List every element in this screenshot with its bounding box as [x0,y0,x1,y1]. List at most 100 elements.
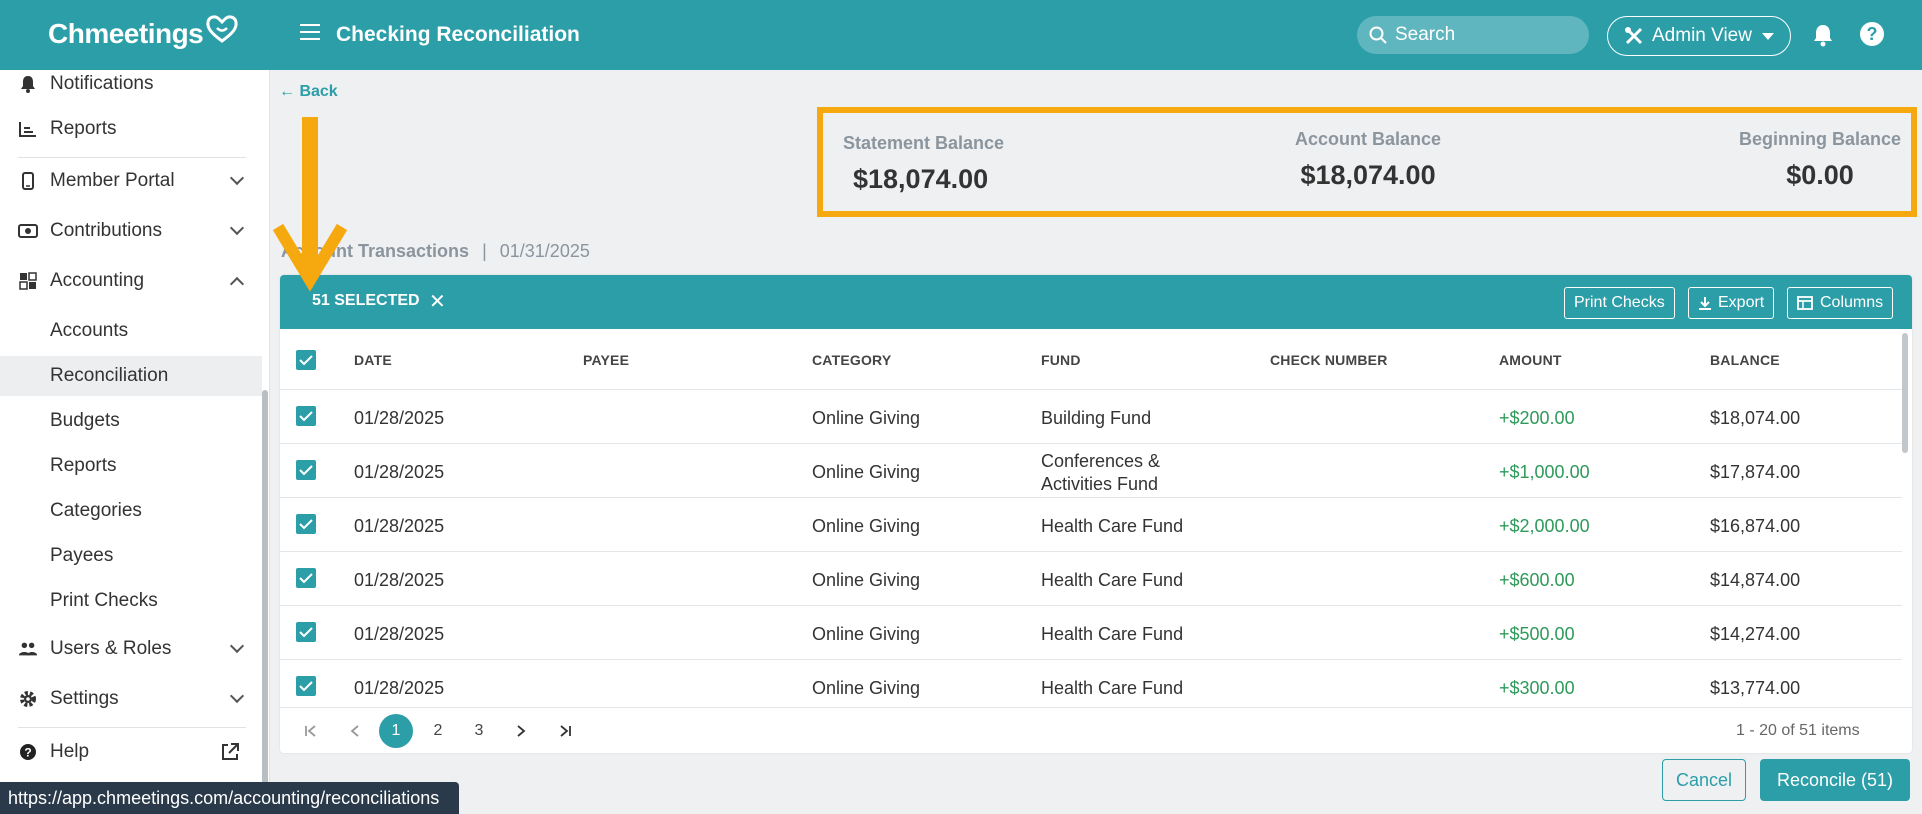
column-header-balance[interactable]: BALANCE [1710,352,1780,368]
cell-balance: $17,874.00 [1710,462,1801,482]
bell-icon [18,74,38,94]
column-header-category[interactable]: CATEGORY [812,352,891,368]
users-icon [18,639,38,659]
sidebar-item-label: Users & Roles [50,638,172,659]
beginning-balance: Beginning Balance $0.00 [1739,129,1901,191]
table-row[interactable]: 01/28/2025 Online Giving Building Fund +$20… [280,389,1902,443]
cell-fund: Health Care Fund [1041,516,1184,536]
row-checkbox[interactable] [296,676,316,696]
svg-text:?: ? [24,746,31,760]
page-2[interactable]: 2 [421,714,455,748]
cell-date: 01/28/2025 [354,408,445,428]
column-header-check-number[interactable]: CHECK NUMBER [1270,352,1388,368]
bar-chart-icon [18,119,38,139]
sidebar-item-contributions[interactable]: Contributions [0,209,262,253]
sidebar-sub-print-checks[interactable]: Print Checks [0,581,262,621]
mobile-icon [18,171,38,191]
cell-category: Online Giving [812,516,921,536]
sidebar-item-settings[interactable]: Settings [0,677,262,721]
cell-amount: +$200.00 [1499,408,1575,428]
sidebar-item-help[interactable]: ? Help [0,730,262,774]
admin-view-label: Admin View [1652,25,1752,46]
search-box[interactable] [1357,16,1589,54]
pager-info: 1 - 20 of 51 items [1736,722,1860,739]
separator: | [482,241,487,261]
beginning-balance-value: $0.00 [1786,160,1854,190]
sidebar-divider [18,157,246,158]
table-row[interactable]: 01/28/2025 Online Giving Health Care Fund +… [280,659,1902,713]
column-header-date[interactable]: DATE [354,352,392,368]
money-icon [18,221,38,241]
grid-scrollbar[interactable] [1902,333,1908,453]
columns-label: Columns [1820,294,1884,311]
page-1[interactable]: 1 [379,714,413,748]
menu-toggle-icon[interactable] [300,24,320,42]
fund-line-1: Conferences & [1041,451,1161,471]
pager: 1 2 3 1 - 20 of 51 items [280,707,1912,753]
row-checkbox[interactable] [296,460,316,480]
sidebar-item-label: Accounting [50,270,145,291]
sidebar-sub-categories[interactable]: Categories [0,491,262,531]
row-checkbox[interactable] [296,568,316,588]
sidebar-sub-reports[interactable]: Reports [0,446,262,486]
sidebar-sub-budgets[interactable]: Budgets [0,401,262,441]
calculator-icon [18,271,38,291]
select-all-checkbox[interactable] [296,350,316,370]
gear-icon [18,689,38,709]
sidebar-item-member-portal[interactable]: Member Portal [0,159,262,203]
row-checkbox[interactable] [296,514,316,534]
sidebar-sub-payees[interactable]: Payees [0,536,262,576]
sidebar-item-reports[interactable]: Reports [0,107,262,151]
previous-page-icon[interactable] [338,714,372,748]
bell-icon[interactable] [1812,23,1834,47]
sidebar-scrollbar[interactable] [262,390,268,814]
cell-amount: +$2,000.00 [1499,516,1590,536]
logo[interactable]: Chmeetings [48,15,239,50]
balance-summary: Statement Balance $18,074.00 Account Bal… [817,107,1917,217]
cell-amount: +$300.00 [1499,678,1575,698]
export-button[interactable]: Export [1688,287,1775,319]
account-balance-label: Account Balance [1295,129,1442,149]
sidebar-item-accounting[interactable]: Accounting [0,259,262,303]
admin-view-dropdown[interactable]: Admin View [1607,16,1791,56]
sidebar-item-notifications[interactable]: Notifications [0,70,262,106]
row-checkbox[interactable] [296,406,316,426]
statement-balance-value: $18,074.00 [853,164,989,194]
first-page-icon[interactable] [294,714,328,748]
column-header-fund[interactable]: FUND [1041,352,1081,368]
chevron-down-icon [229,220,245,236]
cell-date: 01/28/2025 [354,624,445,644]
transactions-grid: 51 SELECTED ✕ Print Checks Export Column… [280,275,1912,753]
row-checkbox[interactable] [296,622,316,642]
arrow-down-icon [272,117,348,292]
help-icon[interactable]: ? [1860,22,1884,46]
external-link-icon [222,743,239,760]
column-header-payee[interactable]: PAYEE [583,352,629,368]
cancel-button[interactable]: Cancel [1662,759,1746,801]
table-row[interactable]: 01/28/2025 Online Giving Conferences & Acti… [280,443,1902,497]
page-3[interactable]: 3 [462,714,496,748]
column-header-amount[interactable]: AMOUNT [1499,352,1562,368]
columns-button[interactable]: Columns [1787,287,1894,319]
sidebar-item-label: Contributions [50,220,162,241]
table-row[interactable]: 01/28/2025 Online Giving Health Care Fund +… [280,605,1902,659]
cell-balance: $16,874.00 [1710,516,1801,536]
sidebar-sub-accounts[interactable]: Accounts [0,311,262,351]
cell-fund: Conferences & Activities Fund [1041,450,1160,496]
next-page-icon[interactable] [504,714,538,748]
sidebar-sub-label: Print Checks [50,590,158,611]
sidebar-sub-reconciliation[interactable]: Reconciliation [0,356,262,396]
transactions-date: 01/31/2025 [499,241,590,261]
cell-date: 01/28/2025 [354,516,445,536]
logo-text: Chmeetings [48,18,204,49]
print-checks-button[interactable]: Print Checks [1564,287,1675,319]
search-input[interactable] [1395,24,1575,46]
table-row[interactable]: 01/28/2025 Online Giving Health Care Fund +… [280,551,1902,605]
last-page-icon[interactable] [548,714,582,748]
back-link[interactable]: ← Back [279,83,338,101]
top-header: Chmeetings Checking Reconciliation Admin… [0,0,1922,70]
clear-selection-close-icon[interactable]: ✕ [429,289,446,314]
reconcile-button[interactable]: Reconcile (51) [1760,759,1910,801]
sidebar-item-users-roles[interactable]: Users & Roles [0,627,262,671]
table-row[interactable]: 01/28/2025 Online Giving Health Care Fund +… [280,497,1902,551]
